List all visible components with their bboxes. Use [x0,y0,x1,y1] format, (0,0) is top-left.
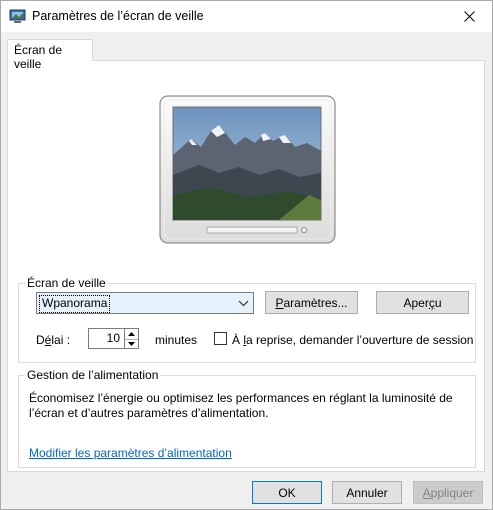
minutes-label: minutes [155,333,198,347]
screensaver-app-icon [9,9,26,23]
preview-button[interactable]: Aperçu [376,291,469,314]
delay-input[interactable]: 10 [88,328,125,349]
tab-label: Écran de veille [14,43,63,71]
title-bar: Paramètres de l’écran de veille [1,1,492,32]
settings-button[interactable]: Paramètres... [265,291,358,314]
screensaver-group-legend: Écran de veille [25,276,108,290]
screensaver-settings-window: Paramètres de l’écran de veille Écran de… [0,0,493,510]
chevron-down-icon [238,300,249,307]
resume-checkbox-label[interactable]: À la reprise, demander l’ouverture de se… [232,333,473,347]
cancel-button[interactable]: Annuler [332,481,402,504]
screensaver-selected-value: Wpanorama [39,295,111,313]
screensaver-dropdown[interactable]: Wpanorama [36,292,254,314]
tab-page: Écran de veille Wpanorama Paramètres... … [7,60,485,472]
ok-button-label: OK [278,485,296,500]
close-icon [463,11,475,22]
apply-button-label: Appliquer [422,485,474,500]
power-group-legend: Gestion de l’alimentation [25,368,161,382]
power-description: Économisez l’énergie ou optimisez les pe… [29,391,453,420]
cancel-button-label: Annuler [346,485,388,500]
power-settings-link[interactable]: Modifier les paramètres d’alimentation [29,446,232,460]
preview-button-label: Aperçu [403,295,442,310]
resume-checkbox[interactable] [214,332,227,345]
window-title: Paramètres de l’écran de veille [32,9,204,23]
delay-spinner [125,328,139,349]
monitor-preview [159,95,336,244]
close-button[interactable] [446,1,492,32]
ok-button[interactable]: OK [252,481,322,504]
tab-screensaver[interactable]: Écran de veille [7,39,93,71]
settings-button-label: Paramètres... [275,295,348,310]
apply-button[interactable]: Appliquer [413,481,483,504]
power-group: Gestion de l’alimentation Économisez l’é… [18,368,476,468]
delay-label: Délai : [36,333,71,347]
spin-down-icon [128,342,135,346]
spin-down-button[interactable] [125,339,138,349]
screensaver-group: Écran de veille Wpanorama Paramètres... … [18,276,476,363]
spin-up-icon [128,332,135,336]
